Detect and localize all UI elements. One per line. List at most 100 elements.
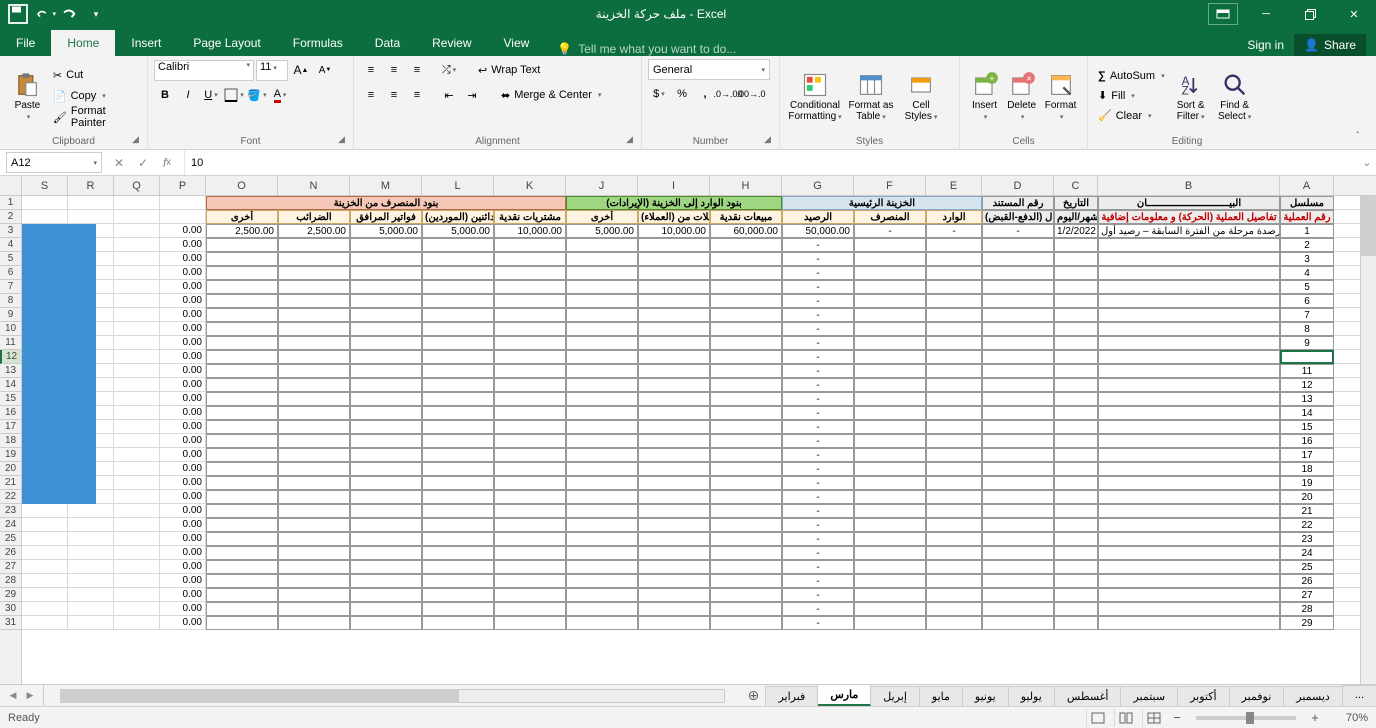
zoom-level[interactable]: 70% bbox=[1328, 712, 1368, 724]
row-header[interactable]: 13 bbox=[0, 364, 21, 378]
cell[interactable] bbox=[206, 266, 278, 280]
cell[interactable] bbox=[114, 616, 160, 630]
cell[interactable] bbox=[710, 420, 782, 434]
cell[interactable] bbox=[68, 560, 114, 574]
cell[interactable] bbox=[278, 308, 350, 322]
cell[interactable] bbox=[926, 336, 982, 350]
cell[interactable] bbox=[206, 434, 278, 448]
cell[interactable] bbox=[68, 616, 114, 630]
cell[interactable] bbox=[114, 406, 160, 420]
cell[interactable] bbox=[22, 294, 68, 308]
cell[interactable] bbox=[854, 392, 926, 406]
cell[interactable] bbox=[566, 546, 638, 560]
cell[interactable] bbox=[350, 406, 422, 420]
cell[interactable] bbox=[68, 406, 114, 420]
cell[interactable] bbox=[566, 448, 638, 462]
cell[interactable]: 0.00 bbox=[160, 350, 206, 364]
cell[interactable]: 10,000.00 bbox=[494, 224, 566, 238]
col-header-D[interactable]: D bbox=[982, 176, 1054, 195]
cell[interactable]: 11 bbox=[1280, 364, 1334, 378]
cell[interactable] bbox=[854, 336, 926, 350]
cell[interactable]: - bbox=[782, 336, 854, 350]
cell[interactable]: رقم المستند bbox=[982, 196, 1054, 210]
cell[interactable] bbox=[278, 252, 350, 266]
cell[interactable]: - bbox=[782, 364, 854, 378]
cell[interactable] bbox=[926, 588, 982, 602]
cell[interactable] bbox=[1098, 238, 1280, 252]
cell[interactable] bbox=[160, 210, 206, 224]
cell[interactable] bbox=[566, 322, 638, 336]
page-layout-view-icon[interactable] bbox=[1114, 709, 1136, 727]
tell-me-search[interactable]: 💡 Tell me what you want to do... bbox=[545, 42, 748, 56]
cell[interactable] bbox=[68, 336, 114, 350]
row-header[interactable]: 19 bbox=[0, 448, 21, 462]
sort-filter-button[interactable]: AZSort & Filter▾ bbox=[1169, 69, 1213, 122]
cell[interactable] bbox=[114, 504, 160, 518]
cell[interactable] bbox=[710, 238, 782, 252]
cell[interactable] bbox=[854, 504, 926, 518]
cell[interactable] bbox=[854, 588, 926, 602]
cell[interactable] bbox=[494, 462, 566, 476]
cell[interactable] bbox=[350, 378, 422, 392]
cell[interactable]: - bbox=[782, 280, 854, 294]
cell[interactable] bbox=[350, 252, 422, 266]
cell[interactable] bbox=[1098, 588, 1280, 602]
cell[interactable] bbox=[854, 602, 926, 616]
cell[interactable] bbox=[638, 448, 710, 462]
cell[interactable] bbox=[982, 308, 1054, 322]
cell[interactable] bbox=[982, 434, 1054, 448]
cell[interactable] bbox=[566, 252, 638, 266]
cell[interactable] bbox=[278, 322, 350, 336]
row-header[interactable]: 23 bbox=[0, 504, 21, 518]
decrease-indent-icon[interactable]: ⇤ bbox=[438, 84, 460, 106]
clear-button[interactable]: 🧹Clear▾ bbox=[1094, 106, 1169, 126]
cell[interactable] bbox=[1098, 462, 1280, 476]
cell[interactable]: 1 bbox=[1280, 224, 1334, 238]
cell[interactable] bbox=[68, 434, 114, 448]
cell[interactable]: - bbox=[782, 532, 854, 546]
cell[interactable] bbox=[982, 266, 1054, 280]
cell[interactable] bbox=[854, 518, 926, 532]
cell[interactable] bbox=[1054, 546, 1098, 560]
cell[interactable] bbox=[206, 574, 278, 588]
cell[interactable] bbox=[1098, 518, 1280, 532]
cell[interactable] bbox=[422, 434, 494, 448]
cell[interactable]: 5 bbox=[1280, 280, 1334, 294]
cell[interactable] bbox=[566, 336, 638, 350]
cut-button[interactable]: ✂Cut bbox=[49, 65, 141, 85]
cell[interactable]: 0.00 bbox=[160, 378, 206, 392]
cell[interactable] bbox=[422, 252, 494, 266]
cell[interactable] bbox=[278, 266, 350, 280]
cell[interactable] bbox=[926, 252, 982, 266]
cell[interactable] bbox=[566, 490, 638, 504]
cell[interactable]: 3 bbox=[1280, 252, 1334, 266]
cell[interactable] bbox=[422, 336, 494, 350]
qat-customize-icon[interactable]: ▾ bbox=[84, 2, 108, 26]
align-left-icon[interactable]: ≡ bbox=[360, 84, 382, 106]
cell[interactable] bbox=[710, 560, 782, 574]
cell[interactable] bbox=[494, 420, 566, 434]
row-header[interactable]: 11 bbox=[0, 336, 21, 350]
formula-input[interactable] bbox=[185, 150, 1358, 175]
cell[interactable]: الرصيد bbox=[782, 210, 854, 224]
cell[interactable]: 0.00 bbox=[160, 336, 206, 350]
cell[interactable] bbox=[68, 378, 114, 392]
cell[interactable]: المنصرف bbox=[854, 210, 926, 224]
autosum-button[interactable]: ∑AutoSum▾ bbox=[1094, 66, 1169, 86]
insert-cells-button[interactable]: +Insert▾ bbox=[966, 69, 1003, 122]
cell[interactable] bbox=[926, 378, 982, 392]
font-color-button[interactable]: A▾ bbox=[269, 84, 291, 106]
cell[interactable]: 0.00 bbox=[160, 364, 206, 378]
cell[interactable] bbox=[710, 462, 782, 476]
cell[interactable] bbox=[1054, 434, 1098, 448]
cell[interactable] bbox=[422, 420, 494, 434]
cell[interactable]: أخرى bbox=[206, 210, 278, 224]
new-sheet-button[interactable]: ⊕ bbox=[741, 685, 765, 706]
cell[interactable] bbox=[926, 490, 982, 504]
cell[interactable] bbox=[206, 546, 278, 560]
cell[interactable] bbox=[1098, 308, 1280, 322]
cell[interactable] bbox=[278, 336, 350, 350]
col-header-L[interactable]: L bbox=[422, 176, 494, 195]
cell[interactable] bbox=[926, 448, 982, 462]
number-launcher-icon[interactable]: ◢ bbox=[764, 134, 776, 146]
